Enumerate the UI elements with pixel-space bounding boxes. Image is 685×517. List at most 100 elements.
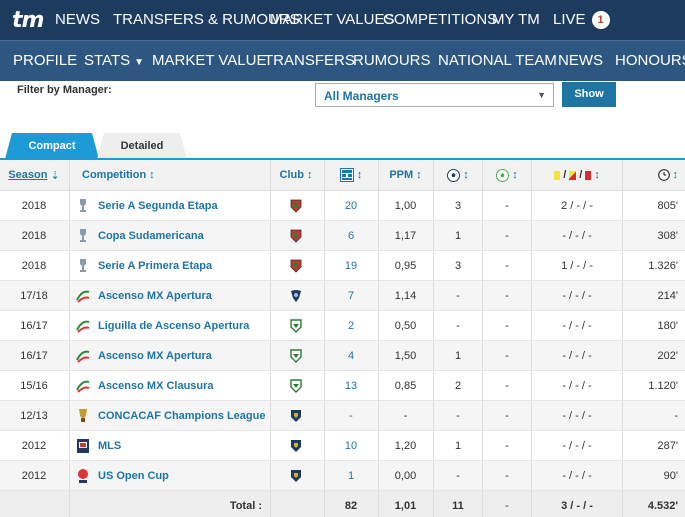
show-button[interactable]: Show bbox=[562, 82, 616, 107]
header-club[interactable]: Club ↕ bbox=[270, 160, 322, 190]
crest-green-icon[interactable] bbox=[290, 318, 302, 333]
appearances-cell[interactable]: 6 bbox=[325, 221, 377, 250]
assist-icon bbox=[496, 168, 510, 182]
club-cell[interactable] bbox=[270, 341, 322, 370]
appearances-cell[interactable]: 7 bbox=[325, 281, 377, 310]
minutes-cell: 1.120' bbox=[648, 379, 678, 392]
crest-green-icon[interactable] bbox=[290, 348, 302, 363]
appearances-cell[interactable]: 2 bbox=[325, 311, 377, 340]
appearances-cell[interactable]: 10 bbox=[325, 431, 377, 460]
competition-link[interactable]: Serie A Primera Etapa bbox=[98, 260, 212, 272]
header-appearances[interactable]: ↕ bbox=[325, 160, 377, 190]
subnav-national-team[interactable]: NATIONAL TEAM bbox=[438, 52, 557, 69]
tab-detailed[interactable]: Detailed bbox=[97, 133, 187, 159]
totals-row: Total : 82 1,01 11 - 3 / - / - 4.532' bbox=[0, 491, 685, 517]
appearances-link[interactable]: 19 bbox=[345, 260, 357, 272]
column-divider bbox=[531, 371, 532, 400]
minutes-cell: 287' bbox=[657, 439, 678, 452]
ppm-cell: - bbox=[403, 409, 408, 422]
goals-cell: - bbox=[456, 469, 460, 482]
club-cell[interactable] bbox=[270, 221, 322, 250]
competition-link[interactable]: Copa Sudamericana bbox=[98, 230, 204, 242]
assists-cell: - bbox=[505, 469, 509, 482]
appearances-link[interactable]: 2 bbox=[348, 320, 354, 332]
topnav-market-values[interactable]: MARKET VALUES bbox=[270, 11, 394, 28]
crest-navy-icon[interactable] bbox=[290, 469, 302, 483]
appearances-link[interactable]: 20 bbox=[345, 200, 357, 212]
competition-link[interactable]: Ascenso MX Apertura bbox=[98, 290, 212, 302]
header-season[interactable]: Season ⇣ bbox=[0, 160, 68, 190]
subnav-profile[interactable]: PROFILE bbox=[13, 52, 77, 69]
club-cell[interactable] bbox=[270, 191, 322, 220]
appearances-link[interactable]: 4 bbox=[348, 350, 354, 362]
table-row: 17/18 Ascenso MX Apertura 7 1,14 - - - / - / -… bbox=[0, 281, 685, 311]
season-cell: 2012 bbox=[21, 469, 47, 482]
crest-red-icon[interactable] bbox=[290, 229, 302, 243]
appearances-link[interactable]: 6 bbox=[348, 230, 354, 242]
competition-link[interactable]: CONCACAF Champions League bbox=[98, 410, 265, 422]
column-divider bbox=[69, 191, 70, 220]
column-divider bbox=[270, 431, 271, 460]
crest-green-icon[interactable] bbox=[290, 378, 302, 393]
table-row: 2018 Copa Sudamericana 6 1,17 1 - - / - / - 308… bbox=[0, 221, 685, 251]
club-cell[interactable] bbox=[270, 251, 322, 280]
subnav-transfers[interactable]: TRANSFERS bbox=[264, 52, 355, 69]
subnav-stats[interactable]: STATS ▼ bbox=[84, 52, 144, 69]
appearances-cell[interactable]: 19 bbox=[325, 251, 377, 280]
topnav-competitions[interactable]: COMPETITIONS bbox=[383, 11, 497, 28]
crest-red-icon[interactable] bbox=[290, 259, 302, 273]
subnav-market-value[interactable]: MARKET VALUE bbox=[152, 52, 266, 69]
header-assists[interactable]: ↕ bbox=[483, 160, 531, 190]
appearances-cell[interactable]: 4 bbox=[325, 341, 377, 370]
appearances-link[interactable]: 13 bbox=[345, 380, 357, 392]
topnav-my-tm[interactable]: MY TM bbox=[492, 11, 540, 28]
season-cell: 2018 bbox=[21, 199, 47, 212]
subnav-rumours[interactable]: RUMOURS bbox=[353, 52, 431, 69]
header-cards[interactable]: / / ↕ bbox=[532, 160, 622, 190]
yellow-card-icon bbox=[554, 170, 561, 180]
subnav-news[interactable]: NEWS bbox=[558, 52, 603, 69]
sort-icon: ↕ bbox=[356, 169, 363, 181]
subnav-honours[interactable]: HONOURS bbox=[615, 52, 685, 69]
season-cell: 2012 bbox=[21, 439, 47, 452]
club-cell[interactable] bbox=[270, 431, 322, 460]
column-divider bbox=[270, 221, 271, 250]
column-divider bbox=[482, 341, 483, 370]
header-ppm[interactable]: PPM ↕ bbox=[378, 160, 433, 190]
ppm-cell: 1,20 bbox=[394, 439, 417, 452]
tab-compact[interactable]: Compact bbox=[5, 133, 99, 159]
appearances-cell[interactable]: 13 bbox=[325, 371, 377, 400]
appearances-link[interactable]: 7 bbox=[348, 290, 354, 302]
club-cell[interactable] bbox=[270, 461, 322, 490]
competition-link[interactable]: US Open Cup bbox=[98, 470, 169, 482]
appearances-cell[interactable]: 20 bbox=[325, 191, 377, 220]
competition-link[interactable]: Serie A Segunda Etapa bbox=[98, 200, 218, 212]
topnav-live[interactable]: LIVE 1 bbox=[553, 11, 610, 29]
header-competition[interactable]: Competition ↕ bbox=[72, 160, 268, 190]
competition-link[interactable]: MLS bbox=[98, 440, 121, 452]
appearances-link[interactable]: - bbox=[349, 410, 353, 422]
header-minutes[interactable]: ↕ bbox=[622, 160, 678, 190]
club-cell[interactable] bbox=[270, 311, 322, 340]
club-cell[interactable] bbox=[270, 401, 322, 430]
competition-link[interactable]: Ascenso MX Apertura bbox=[98, 350, 212, 362]
goals-cell: - bbox=[456, 319, 460, 332]
manager-select[interactable]: All Managers ▼ bbox=[315, 83, 554, 107]
club-cell[interactable] bbox=[270, 281, 322, 310]
appearances-cell[interactable]: 1 bbox=[325, 461, 377, 490]
crest-navy-icon[interactable] bbox=[290, 409, 302, 423]
appearances-link[interactable]: 1 bbox=[348, 470, 354, 482]
header-goals[interactable]: ↕ bbox=[434, 160, 482, 190]
crest-navy-icon[interactable] bbox=[290, 439, 302, 453]
competition-link[interactable]: Liguilla de Ascenso Apertura bbox=[98, 320, 249, 332]
topnav-news[interactable]: NEWS bbox=[55, 11, 100, 28]
crest-red-icon[interactable] bbox=[290, 199, 302, 213]
competition-link[interactable]: Ascenso MX Clausura bbox=[98, 380, 214, 392]
appearances-link[interactable]: 10 bbox=[345, 440, 357, 452]
season-cell: 16/17 bbox=[20, 349, 48, 362]
transfermarkt-logo[interactable]: tm bbox=[12, 8, 44, 33]
appearances-cell[interactable]: - bbox=[325, 401, 377, 430]
crest-blue-icon[interactable] bbox=[290, 289, 302, 303]
column-divider bbox=[69, 341, 70, 370]
club-cell[interactable] bbox=[270, 371, 322, 400]
